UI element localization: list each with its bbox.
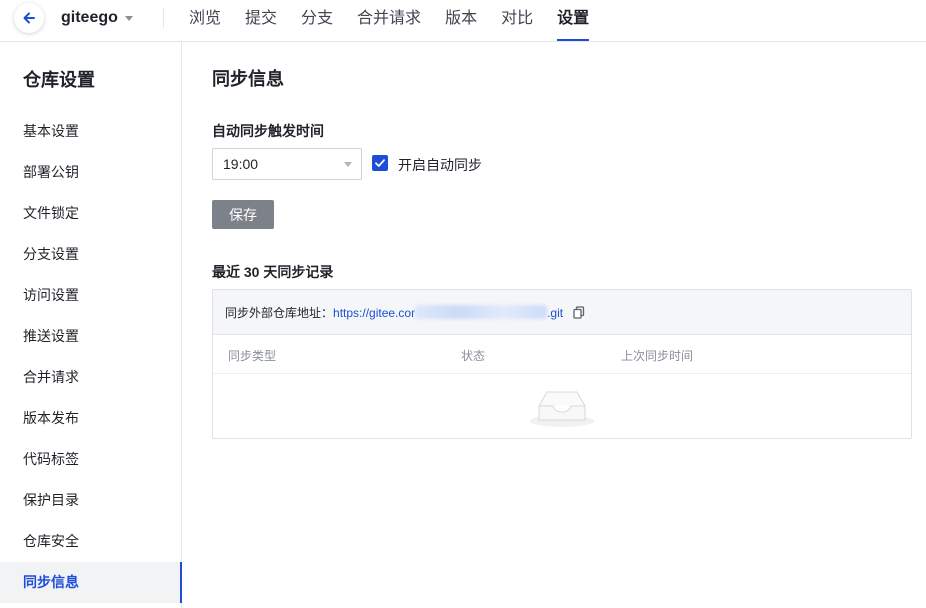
sync-time-value: 19:00 xyxy=(223,156,259,172)
sidebar-item-basic-settings[interactable]: 基本设置 xyxy=(0,111,181,152)
empty-state xyxy=(213,374,911,438)
divider xyxy=(163,8,164,28)
auto-sync-checkbox[interactable] xyxy=(372,155,388,171)
trigger-time-label: 自动同步触发时间 xyxy=(212,123,324,139)
external-repo-url-prefix: https://gitee.cor xyxy=(333,305,416,320)
redacted-url-segment xyxy=(415,304,548,319)
sidebar-item-deploy-keys[interactable]: 部署公钥 xyxy=(0,152,181,193)
sidebar-item-repo-security[interactable]: 仓库安全 xyxy=(0,521,181,562)
main-content: 同步信息 自动同步触发时间 19:00 开启自动同步 保存 最近 30 天同步记… xyxy=(182,42,926,608)
external-repo-label: 同步外部仓库地址： xyxy=(225,305,334,320)
save-button[interactable]: 保存 xyxy=(212,200,274,229)
sidebar-item-protected-dirs[interactable]: 保护目录 xyxy=(0,480,181,521)
repo-name: giteego xyxy=(61,9,118,26)
copy-icon[interactable] xyxy=(573,305,585,319)
table-header: 同步类型 状态 上次同步时间 xyxy=(213,335,911,374)
tab-commits[interactable]: 提交 xyxy=(245,0,277,41)
check-icon xyxy=(375,159,385,167)
settings-sidebar: 仓库设置 基本设置 部署公钥 文件锁定 分支设置 访问设置 推送设置 合并请求 … xyxy=(0,42,182,608)
arrow-left-icon xyxy=(23,12,35,24)
tab-browse[interactable]: 浏览 xyxy=(189,0,221,41)
tab-settings[interactable]: 设置 xyxy=(557,0,590,41)
external-repo-url[interactable]: https://gitee.cor .git xyxy=(333,304,564,320)
sidebar-item-tags[interactable]: 代码标签 xyxy=(0,439,181,480)
column-last-sync-time: 上次同步时间 xyxy=(621,349,694,363)
sidebar-item-sync-info[interactable]: 同步信息 xyxy=(0,562,182,603)
records-title: 最近 30 天同步记录 xyxy=(212,264,334,280)
external-repo-url-suffix: .git xyxy=(547,305,564,320)
repo-switcher[interactable]: giteego xyxy=(61,9,133,27)
auto-sync-label[interactable]: 开启自动同步 xyxy=(398,155,482,175)
sidebar-item-merge-requests[interactable]: 合并请求 xyxy=(0,357,181,398)
tab-releases[interactable]: 版本 xyxy=(445,0,477,41)
tab-merge-requests[interactable]: 合并请求 xyxy=(357,0,421,41)
tab-compare[interactable]: 对比 xyxy=(501,0,533,41)
top-bar: giteego 浏览 提交 分支 合并请求 版本 对比 设置 xyxy=(0,0,926,42)
empty-inbox-icon xyxy=(530,391,594,427)
column-status: 状态 xyxy=(461,349,486,363)
sidebar-item-file-lock[interactable]: 文件锁定 xyxy=(0,193,181,234)
caret-down-icon xyxy=(124,15,133,21)
sidebar-menu: 基本设置 部署公钥 文件锁定 分支设置 访问设置 推送设置 合并请求 版本发布 … xyxy=(0,111,182,603)
sidebar-title: 仓库设置 xyxy=(23,70,95,90)
sync-records-table: 同步外部仓库地址： https://gitee.cor .git 同步类型 状态 … xyxy=(212,289,912,439)
page-title: 同步信息 xyxy=(212,69,284,89)
sync-time-select[interactable]: 19:00 xyxy=(212,148,362,180)
sidebar-item-push-settings[interactable]: 推送设置 xyxy=(0,316,181,357)
sidebar-item-access-settings[interactable]: 访问设置 xyxy=(0,275,181,316)
sidebar-item-branch-settings[interactable]: 分支设置 xyxy=(0,234,181,275)
tab-branches[interactable]: 分支 xyxy=(301,0,333,41)
repo-tabs: 浏览 提交 分支 合并请求 版本 对比 设置 xyxy=(189,0,613,41)
column-sync-type: 同步类型 xyxy=(228,349,277,363)
sidebar-item-releases[interactable]: 版本发布 xyxy=(0,398,181,439)
external-repo-row: 同步外部仓库地址： https://gitee.cor .git xyxy=(213,290,911,335)
back-button[interactable] xyxy=(14,3,44,33)
caret-down-icon xyxy=(344,162,352,167)
